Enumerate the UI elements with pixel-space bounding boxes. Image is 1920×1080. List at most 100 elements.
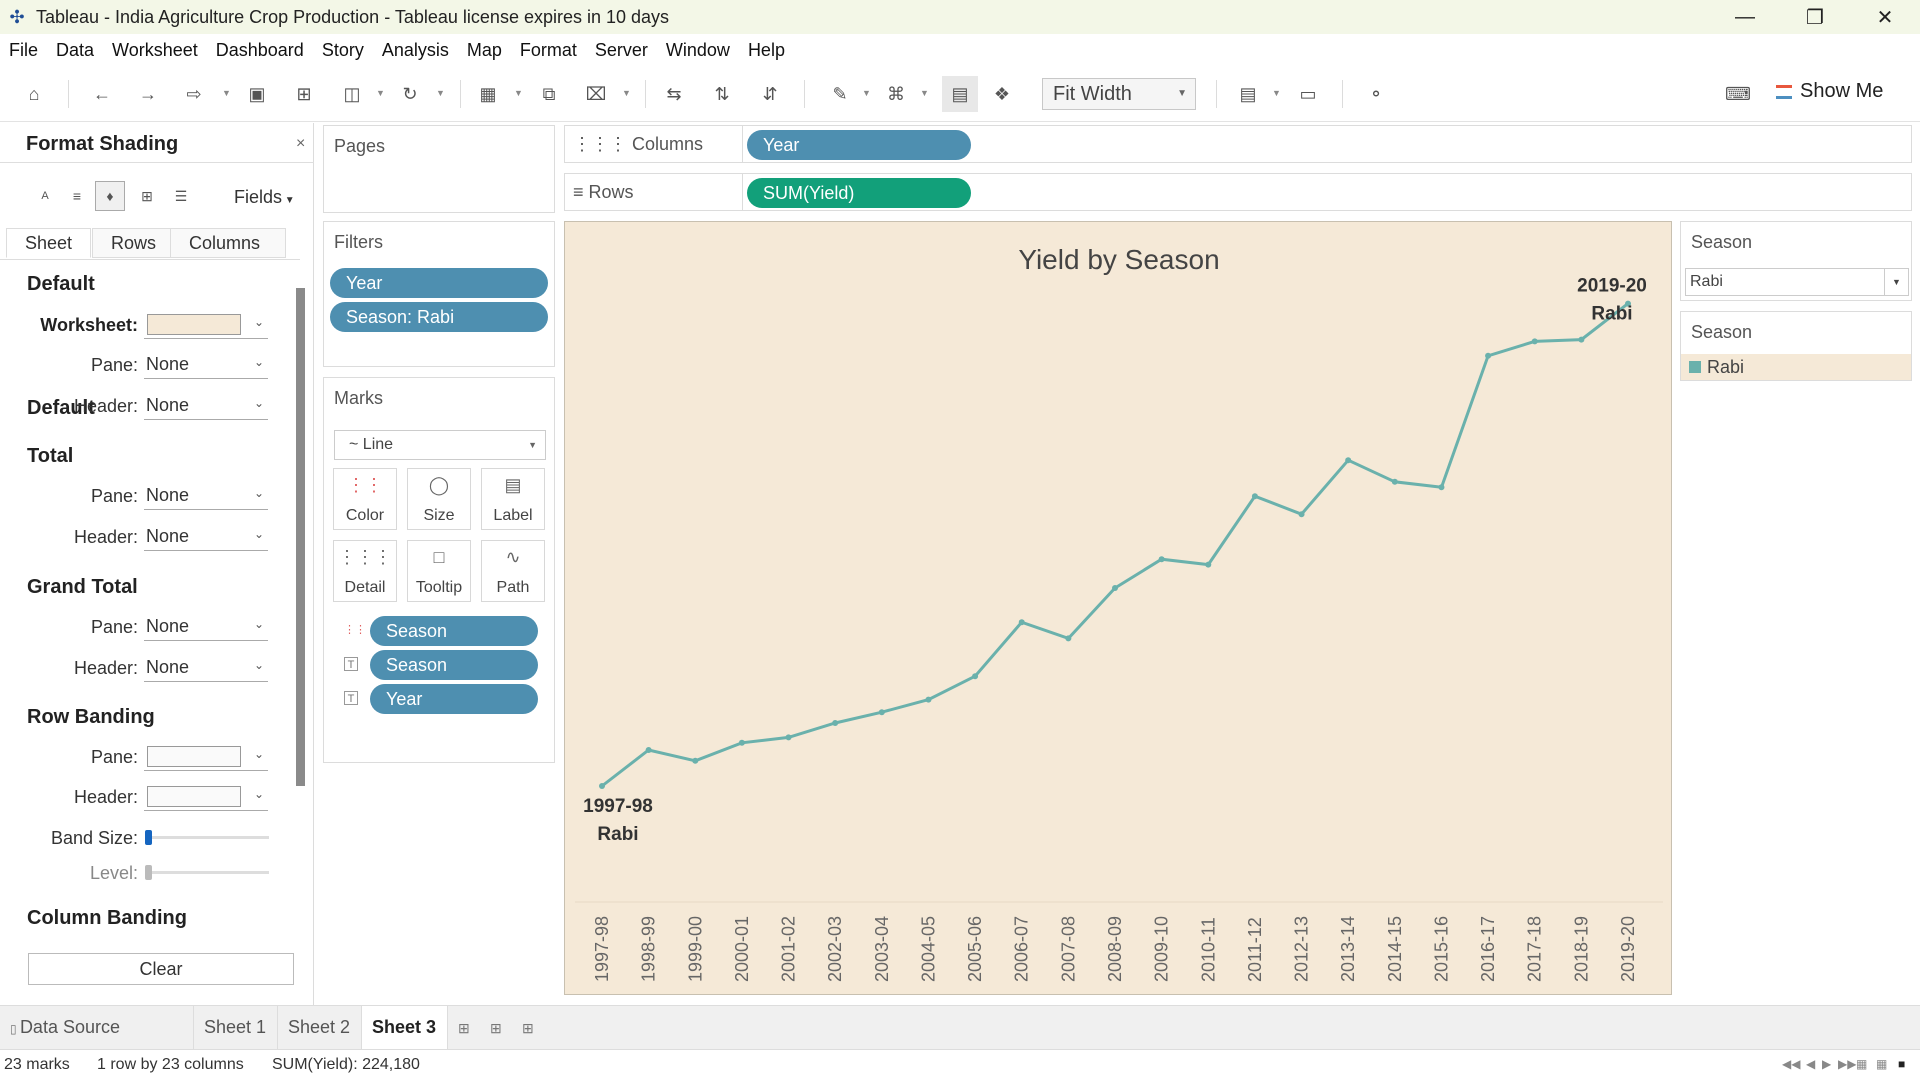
data-point[interactable] bbox=[925, 696, 932, 703]
chart-area[interactable]: Yield by Season 1997-98 1998-99 1999-00 200… bbox=[564, 221, 1672, 995]
columns-pill-year[interactable]: Year bbox=[747, 130, 971, 160]
slider-handle[interactable] bbox=[145, 830, 152, 845]
tab-sheet-3[interactable]: Sheet 3 bbox=[362, 1006, 448, 1050]
menu-help[interactable]: Help bbox=[739, 40, 794, 61]
data-point[interactable] bbox=[1205, 561, 1212, 568]
new-worksheet-dropdown-icon[interactable]: ▼ bbox=[514, 88, 523, 98]
data-point[interactable] bbox=[1158, 556, 1165, 563]
refresh-icon[interactable]: ↻ bbox=[398, 82, 422, 106]
new-dashboard-icon[interactable]: ⊞ bbox=[490, 1020, 502, 1037]
rows-shelf[interactable]: ≡ Rows SUM(Yield) bbox=[564, 173, 1912, 211]
data-point[interactable] bbox=[1578, 336, 1585, 343]
detail-button[interactable]: ⋮⋮⋮ Detail bbox=[333, 540, 397, 602]
attach-icon[interactable]: ⌘ bbox=[884, 82, 908, 106]
rows-pill-sum-yield[interactable]: SUM(Yield) bbox=[747, 178, 971, 208]
minimize-icon[interactable]: — bbox=[1710, 0, 1780, 34]
close-icon[interactable]: ✕ bbox=[1850, 0, 1920, 34]
show-cards-icon[interactable]: ▤ bbox=[1236, 82, 1260, 106]
data-point[interactable] bbox=[1018, 619, 1025, 626]
undo-icon[interactable]: ← bbox=[90, 82, 114, 106]
sort-ascending-icon[interactable]: ⇅ bbox=[710, 82, 734, 106]
data-point[interactable] bbox=[1345, 457, 1352, 464]
data-point[interactable] bbox=[599, 783, 605, 789]
fix-axes-icon[interactable]: ❖ bbox=[990, 82, 1014, 106]
default-header-dropdown[interactable]: None ⌄ bbox=[144, 392, 268, 420]
season-filter-dropdown[interactable]: Rabi ▼ bbox=[1685, 268, 1909, 296]
menu-dashboard[interactable]: Dashboard bbox=[207, 40, 313, 61]
data-point[interactable] bbox=[1112, 585, 1118, 591]
pause-updates-icon[interactable]: ◫ bbox=[340, 82, 364, 106]
close-icon[interactable]: × bbox=[296, 135, 305, 153]
menu-analysis[interactable]: Analysis bbox=[373, 40, 458, 61]
path-button[interactable]: ∿ Path bbox=[481, 540, 545, 602]
data-point[interactable] bbox=[738, 739, 745, 746]
data-point[interactable] bbox=[1391, 478, 1398, 485]
band-size-slider[interactable] bbox=[145, 830, 269, 845]
font-icon[interactable]: A bbox=[30, 181, 60, 211]
data-point[interactable] bbox=[1251, 493, 1258, 500]
data-point[interactable] bbox=[692, 757, 699, 764]
menu-map[interactable]: Map bbox=[458, 40, 511, 61]
borders-icon[interactable]: ⊞ bbox=[132, 181, 162, 211]
next-page-icon[interactable]: ▶ bbox=[1822, 1057, 1831, 1071]
show-mark-labels-icon[interactable]: ▤ bbox=[942, 76, 978, 112]
data-point[interactable] bbox=[1531, 338, 1538, 345]
format-painter-icon[interactable]: ⌨ bbox=[1725, 82, 1751, 106]
total-header-dropdown[interactable]: None ⌄ bbox=[144, 523, 268, 551]
show-me-button[interactable]: Show Me bbox=[1776, 80, 1883, 103]
new-story-icon[interactable]: ⊞ bbox=[522, 1020, 534, 1037]
menu-window[interactable]: Window bbox=[657, 40, 739, 61]
replay-dropdown-icon[interactable]: ▼ bbox=[222, 88, 231, 98]
highlight-dropdown-icon[interactable]: ▼ bbox=[862, 88, 871, 98]
alignment-icon[interactable]: ≡ bbox=[62, 181, 92, 211]
fields-dropdown[interactable]: Fields ▼ bbox=[234, 187, 295, 208]
data-source-tab[interactable]: ▯ Data Source bbox=[0, 1006, 194, 1050]
lines-icon[interactable]: ☰ bbox=[166, 181, 196, 211]
data-point[interactable] bbox=[1065, 635, 1072, 642]
tab-sheet-2[interactable]: Sheet 2 bbox=[278, 1006, 362, 1050]
filters-card[interactable]: Filters Year Season: Rabi bbox=[323, 221, 555, 367]
filmstrip-view-icon[interactable]: ▦ bbox=[1856, 1057, 1867, 1071]
data-point[interactable] bbox=[1298, 511, 1305, 518]
tab-sheet-1[interactable]: Sheet 1 bbox=[194, 1006, 278, 1050]
fit-dropdown[interactable]: Fit Width ▼ bbox=[1042, 78, 1196, 110]
highlight-icon[interactable]: ✎ bbox=[828, 82, 852, 106]
new-worksheet-icon[interactable]: ⊞ bbox=[458, 1020, 470, 1037]
label-button[interactable]: ▤ Label bbox=[481, 468, 545, 530]
swap-icon[interactable]: ⇆ bbox=[662, 82, 686, 106]
menu-story[interactable]: Story bbox=[313, 40, 373, 61]
color-button[interactable]: ⋮⋮ Color bbox=[333, 468, 397, 530]
line-chart[interactable]: 1997-98 1998-99 1999-00 2000-01 2001-02 2002-… bbox=[565, 222, 1673, 996]
columns-shelf[interactable]: ⋮⋮⋮ Columns Year bbox=[564, 125, 1912, 163]
tab-view-icon[interactable]: ■ bbox=[1898, 1057, 1905, 1071]
attach-dropdown-icon[interactable]: ▼ bbox=[920, 88, 929, 98]
tab-sheet[interactable]: Sheet bbox=[6, 228, 92, 258]
new-data-source-icon[interactable]: ⊞ bbox=[292, 82, 316, 106]
size-button[interactable]: ◯ Size bbox=[407, 468, 471, 530]
redo-icon[interactable]: → bbox=[136, 82, 160, 106]
panel-scrollbar[interactable] bbox=[296, 288, 305, 786]
slider-handle[interactable] bbox=[145, 865, 152, 880]
menu-worksheet[interactable]: Worksheet bbox=[103, 40, 207, 61]
data-point[interactable] bbox=[1485, 352, 1492, 359]
data-point[interactable] bbox=[878, 709, 885, 716]
level-slider[interactable] bbox=[145, 865, 269, 880]
mark-type-dropdown[interactable]: ~ Line ▼ bbox=[334, 430, 546, 460]
marks-pill-season-label[interactable]: Season bbox=[370, 650, 538, 680]
filter-pill-year[interactable]: Year bbox=[330, 268, 548, 298]
last-page-icon[interactable]: ▶▶ bbox=[1838, 1057, 1856, 1071]
prev-page-icon[interactable]: ◀ bbox=[1806, 1057, 1815, 1071]
data-point[interactable] bbox=[785, 734, 792, 741]
replay-icon[interactable]: ⇨ bbox=[182, 82, 206, 106]
series-line-rabi[interactable] bbox=[601, 302, 1629, 788]
share-icon[interactable]: ⚬ bbox=[1364, 82, 1388, 106]
sort-descending-icon[interactable]: ⇵ bbox=[758, 82, 782, 106]
refresh-dropdown-icon[interactable]: ▼ bbox=[436, 88, 445, 98]
worksheet-color-picker[interactable]: ⌄ bbox=[144, 311, 268, 339]
new-worksheet-icon[interactable]: ▦ bbox=[476, 82, 500, 106]
marks-pill-season-color[interactable]: Season bbox=[370, 616, 538, 646]
menu-file[interactable]: File bbox=[0, 40, 47, 61]
tab-columns[interactable]: Columns bbox=[170, 228, 286, 258]
grid-view-icon[interactable]: ▦ bbox=[1876, 1057, 1887, 1071]
data-point[interactable] bbox=[972, 673, 979, 680]
